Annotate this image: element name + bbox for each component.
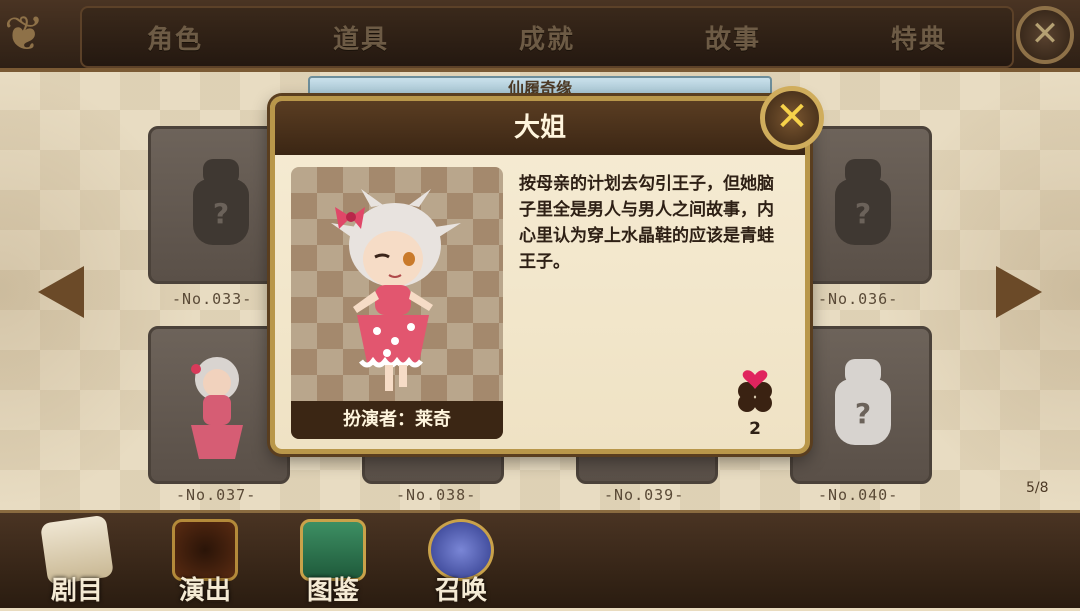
nav-encyclopedia-button[interactable]: 图鉴 [278, 513, 388, 611]
close-icon[interactable]: ✕ [760, 86, 824, 150]
ornament-icon: ❦ [4, 6, 45, 62]
nav-repertoire-button[interactable]: 剧目 [22, 513, 132, 611]
character-card-unlocked[interactable] [148, 326, 290, 484]
lock-bag-icon: ? [835, 159, 891, 245]
tab-achievements[interactable]: 成就 [487, 19, 607, 56]
nav-label: 剧目 [50, 576, 103, 606]
nav-label: 演出 [178, 576, 231, 606]
character-description: 按母亲的计划去勾引王子，但她脑子里全是男人与男人之间故事，内心里认为穿上水晶鞋的… [519, 174, 774, 272]
character-card-locked[interactable]: ? [790, 326, 932, 484]
previous-page-arrow-icon[interactable] [38, 266, 84, 318]
character-detail-modal: 大姐 扮演者：莱奇 按母亲的计划去勾引王子，但她脑子里全是男人与男人之间故事，内… [270, 96, 810, 454]
tab-bonus[interactable]: 特典 [859, 19, 979, 56]
tab-items[interactable]: 道具 [301, 19, 421, 56]
top-tab-bar: ❦ 角色 道具 成就 故事 特典 ✕ [0, 0, 1080, 72]
lock-bag-icon: ? [193, 159, 249, 245]
nav-label: 图鉴 [306, 576, 359, 606]
next-page-arrow-icon[interactable] [996, 266, 1042, 318]
card-number: -No.033- [172, 290, 253, 308]
card-number: -No.037- [176, 486, 257, 504]
character-card-locked[interactable]: ? [148, 126, 290, 284]
card-number: -No.036- [818, 290, 899, 308]
bottom-nav-bar: 剧目 演出 图鉴 召唤 [0, 510, 1080, 608]
clover-heart-icon [738, 370, 772, 412]
nav-summon-button[interactable]: 召唤 [406, 513, 516, 611]
nav-label: 召唤 [434, 576, 487, 606]
tab-list: 角色 道具 成就 故事 特典 [80, 6, 1014, 68]
card-number: -No.039- [604, 486, 685, 504]
character-card-locked[interactable]: ? [790, 126, 932, 284]
card-number: -No.040- [818, 486, 899, 504]
lock-bag-icon: ? [835, 359, 891, 445]
card-number: -No.038- [396, 486, 477, 504]
clover-count: 2 [749, 419, 761, 439]
character-illustration-icon [331, 189, 461, 391]
actor-label: 扮演者：莱奇 [291, 401, 503, 439]
close-icon[interactable]: ✕ [1016, 6, 1074, 64]
character-portrait: 扮演者：莱奇 [291, 167, 503, 439]
page-indicator: 5/8 [1026, 480, 1049, 496]
character-thumbnail-icon [191, 357, 243, 459]
tab-characters[interactable]: 角色 [115, 19, 235, 56]
modal-title: 大姐 [275, 101, 805, 155]
tab-stories[interactable]: 故事 [673, 19, 793, 56]
nav-performance-button[interactable]: 演出 [150, 513, 260, 611]
